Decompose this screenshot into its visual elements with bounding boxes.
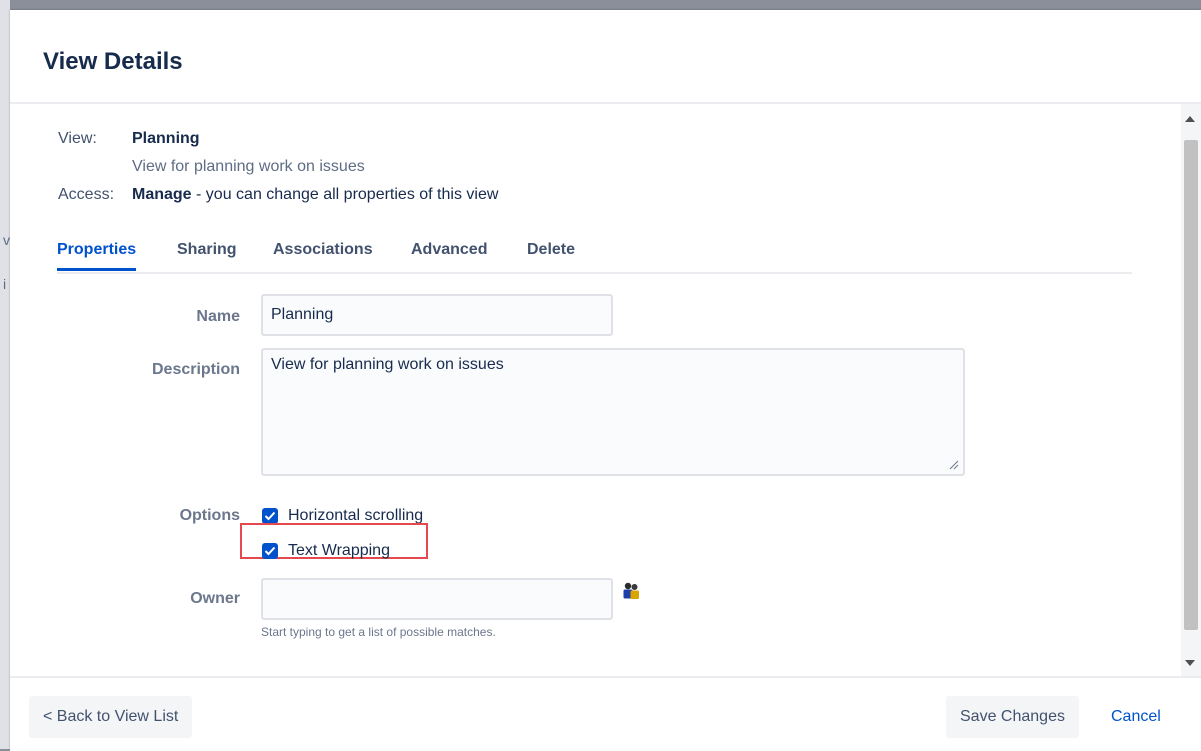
backdrop-page: v i (0, 0, 10, 749)
save-changes-button[interactable]: Save Changes (946, 696, 1079, 738)
scroll-down-icon[interactable] (1185, 660, 1195, 666)
tab-bar: Properties Sharing Associations Advanced… (57, 232, 1132, 274)
checkbox-checked-icon[interactable] (262, 508, 278, 524)
view-details-dialog: View Details View: Planning View for pla… (10, 10, 1201, 751)
backdrop-fragment: i (3, 276, 7, 292)
scrollbar-thumb[interactable] (1184, 140, 1198, 630)
tab-advanced[interactable]: Advanced (411, 241, 487, 268)
user-picker-icon[interactable] (621, 581, 641, 601)
access-level: Manage (132, 186, 192, 203)
tab-properties[interactable]: Properties (57, 241, 137, 271)
description-text: View for planning work on issues (271, 356, 504, 373)
access-label: Access: (58, 186, 115, 203)
view-description: View for planning work on issues (132, 158, 365, 175)
dialog-header: View Details (10, 10, 1201, 104)
owner-label: Owner (190, 590, 240, 607)
back-to-view-list-button[interactable]: < Back to View List (29, 696, 193, 738)
dialog-footer: < Back to View List Save Changes Cancel (10, 676, 1201, 751)
view-label: View: (58, 130, 97, 147)
tab-sharing[interactable]: Sharing (177, 241, 237, 268)
option-label: Text Wrapping (288, 542, 390, 559)
description-textarea[interactable]: View for planning work on issues (261, 348, 965, 476)
scroll-up-icon[interactable] (1185, 116, 1195, 122)
dialog-title: View Details (43, 48, 183, 75)
view-name: Planning (132, 130, 200, 147)
tab-delete[interactable]: Delete (527, 241, 575, 268)
options-label: Options (179, 507, 240, 524)
name-input[interactable] (261, 294, 613, 336)
cancel-link[interactable]: Cancel (1111, 708, 1161, 726)
dialog-body: View: Planning View for planning work on… (10, 104, 1172, 676)
dialog-scrollbar[interactable] (1181, 104, 1201, 676)
owner-input[interactable] (261, 578, 613, 620)
backdrop-fragment: v (3, 232, 10, 248)
description-label: Description (151, 361, 240, 378)
access-note: - you can change all properties of this … (191, 186, 499, 203)
owner-help-text: Start typing to get a list of possible m… (261, 625, 496, 639)
resize-handle-icon[interactable] (949, 460, 959, 470)
tab-associations[interactable]: Associations (273, 241, 373, 268)
name-label: Name (196, 308, 240, 325)
checkbox-checked-icon[interactable] (262, 543, 278, 559)
access-text: Manage - you can change all properties o… (132, 186, 498, 204)
